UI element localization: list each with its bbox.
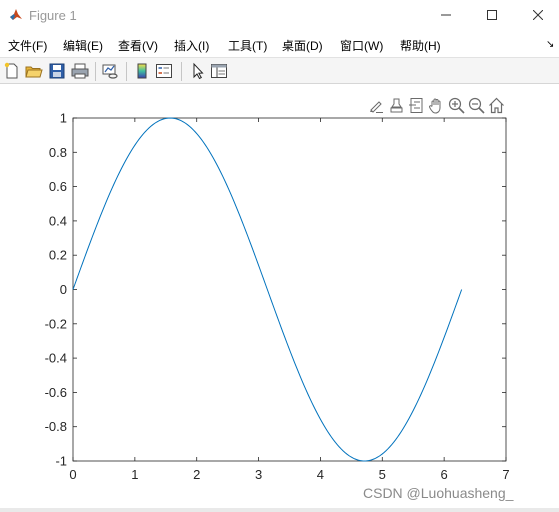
close-icon [533,10,543,20]
close-button[interactable] [515,0,559,31]
x-tick-label: 0 [69,467,76,482]
x-tick-label: 7 [502,467,509,482]
window-bottom-border [0,508,559,512]
legend-icon[interactable] [155,62,173,80]
title-bar: Figure 1 [0,0,559,31]
minimize-icon [441,14,451,16]
y-tick-label: 0.8 [49,145,67,160]
new-figure-icon[interactable] [3,62,21,80]
link-plot-icon[interactable] [101,62,119,80]
menu-window[interactable]: 窗口(W) [340,37,383,54]
x-tick-label: 1 [131,467,138,482]
y-tick-label: -0.4 [45,351,67,366]
y-tick-label: -0.2 [45,316,67,331]
open-file-icon[interactable] [25,62,43,80]
toolbar-separator [181,62,182,81]
y-tick-label: -1 [55,454,67,469]
x-tick-label: 4 [317,467,324,482]
menu-file[interactable]: 文件(F) [8,37,47,54]
x-tick-label: 2 [193,467,200,482]
matlab-logo-icon [9,8,23,22]
y-tick-label: 0.2 [49,248,67,263]
toolbar-separator [95,62,96,81]
figure-toolbar [0,57,559,84]
y-tick-label: -0.6 [45,385,67,400]
edit-plot-icon[interactable] [189,62,207,80]
save-icon[interactable] [48,62,66,80]
window-title: Figure 1 [29,8,77,23]
y-tick-label: -0.8 [45,419,67,434]
colorbar-icon[interactable] [133,62,151,80]
menu-edit[interactable]: 编辑(E) [63,37,103,54]
y-tick-label: 0.6 [49,179,67,194]
minimize-button[interactable] [423,0,469,31]
watermark: CSDN @Luohuasheng_ [363,485,514,501]
x-tick-label: 6 [441,467,448,482]
menu-insert[interactable]: 插入(I) [174,37,209,54]
line-plot[interactable]: 0 1 2 3 4 5 6 7 -1 -0.8 -0.6 -0.4 -0.2 0 0.2 0.4 0.6 0.8 1 [0,84,559,512]
menu-help[interactable]: 帮助(H) [400,37,441,54]
menu-tools[interactable]: 工具(T) [228,37,267,54]
property-inspector-icon[interactable] [210,62,228,80]
y-tick-label: 1 [60,111,67,126]
x-tick-label: 5 [379,467,386,482]
toolbar-separator [126,62,127,81]
x-tick-label: 3 [255,467,262,482]
menu-bar: 文件(F) 编辑(E) 查看(V) 插入(I) 工具(T) 桌面(D) 窗口(W… [0,31,559,57]
y-tick-label: 0 [60,282,67,297]
maximize-icon [487,10,497,20]
figure-canvas: 0 1 2 3 4 5 6 7 -1 -0.8 -0.6 -0.4 -0.2 0 0.2 0.4 0.6 0.8 1… [0,84,559,512]
y-tick-label: 0.4 [49,213,67,228]
axes-box [72,117,507,462]
maximize-button[interactable] [469,0,515,31]
print-icon[interactable] [71,62,89,80]
chevron-icon[interactable]: ↘ [546,39,554,50]
menu-desktop[interactable]: 桌面(D) [282,37,323,54]
menu-view[interactable]: 查看(V) [118,37,158,54]
